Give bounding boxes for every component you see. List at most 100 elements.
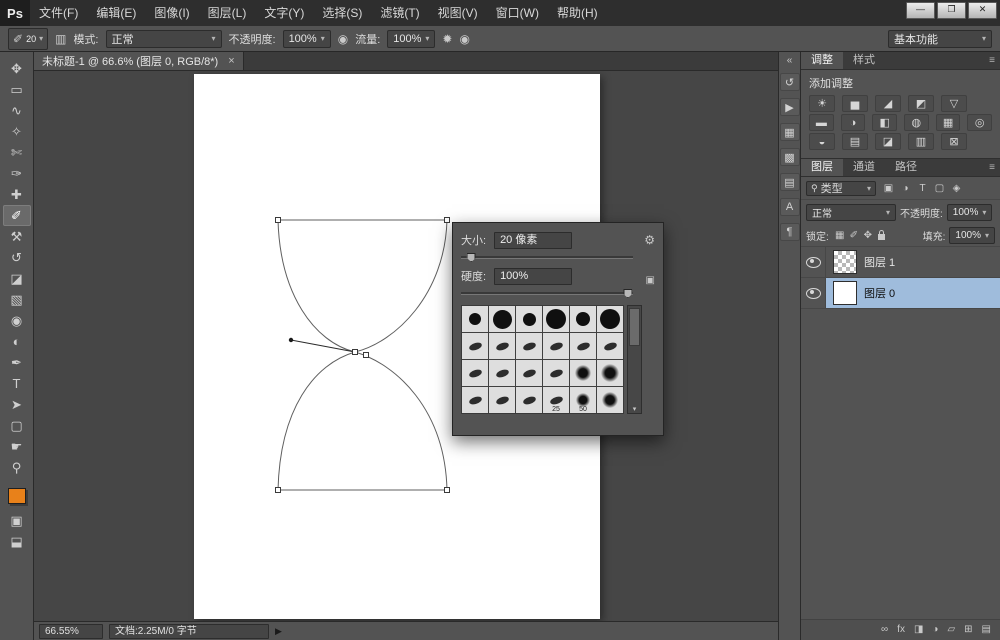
layer-effects-icon[interactable]: fx (897, 620, 905, 640)
navigator-panel-icon[interactable]: ▤ (780, 173, 800, 191)
shape-tool[interactable]: ▢ (3, 415, 31, 436)
brush-preset-17[interactable] (570, 360, 596, 386)
brush-preset-20[interactable] (489, 387, 515, 413)
menu-window[interactable]: 窗口(W) (487, 0, 548, 26)
quick-selection-tool[interactable]: ✧ (3, 121, 31, 142)
menu-image[interactable]: 图像(I) (145, 0, 198, 26)
new-layer-icon[interactable]: ⊞ (964, 620, 972, 640)
hand-tool[interactable]: ☛ (3, 436, 31, 457)
posterize-icon[interactable]: ▤ (842, 133, 868, 150)
brush-preset-18[interactable] (597, 360, 623, 386)
zoom-tool[interactable]: ⚲ (3, 457, 31, 478)
brush-preset-12[interactable] (597, 333, 623, 359)
eraser-tool[interactable]: ◪ (3, 268, 31, 289)
brush-preset-5[interactable] (570, 306, 596, 332)
minimize-button[interactable]: — (906, 2, 935, 19)
size-slider[interactable] (461, 251, 633, 263)
visibility-toggle[interactable] (801, 247, 826, 277)
filter-pixel-icon[interactable]: ▣ (880, 181, 897, 196)
curves-icon[interactable]: ◢ (875, 95, 901, 112)
layer-fill-select[interactable]: 100% ▾ (949, 227, 995, 244)
brush-preset-10[interactable] (543, 333, 569, 359)
flow-select[interactable]: 100% ▾ (387, 30, 435, 48)
threshold-icon[interactable]: ◪ (875, 133, 901, 150)
filter-type-icon[interactable]: T (914, 181, 931, 196)
lock-image-icon[interactable]: ✐ (847, 230, 861, 241)
brush-preset-11[interactable] (570, 333, 596, 359)
menu-select[interactable]: 选择(S) (313, 0, 371, 26)
layer-row[interactable]: 图层 1 (801, 247, 1000, 278)
layer-mask-icon[interactable]: ◨ (914, 620, 923, 640)
eyedropper-tool[interactable]: ✑ (3, 163, 31, 184)
brush-preset-6[interactable] (597, 306, 623, 332)
brush-tool[interactable]: ✐ (3, 205, 31, 226)
close-button[interactable]: ✕ (968, 2, 997, 19)
type-tool[interactable]: T (3, 373, 31, 394)
brush-preset-1[interactable] (462, 306, 488, 332)
brush-preset-3[interactable] (516, 306, 542, 332)
size-slider-thumb[interactable] (467, 253, 476, 262)
brush-preset-13[interactable] (462, 360, 488, 386)
brush-preset-14[interactable] (489, 360, 515, 386)
menu-type[interactable]: 文字(Y) (255, 0, 313, 26)
brush-preset-22[interactable]: 25 (543, 387, 569, 413)
lasso-tool[interactable]: ∿ (3, 100, 31, 121)
menu-view[interactable]: 视图(V) (429, 0, 487, 26)
marquee-tool[interactable]: ▭ (3, 79, 31, 100)
brush-preset-8[interactable] (489, 333, 515, 359)
screen-mode-button[interactable]: ⬓ (3, 531, 31, 552)
brush-preset-21[interactable] (516, 387, 542, 413)
scroll-down-icon[interactable]: ▾ (628, 405, 641, 413)
selective-color-icon[interactable]: ⊠ (941, 133, 967, 150)
brush-panel-toggle-icon[interactable]: ▥ (55, 32, 66, 46)
opacity-select[interactable]: 100% ▾ (283, 30, 331, 48)
menu-filter[interactable]: 滤镜(T) (371, 0, 428, 26)
tab-paths[interactable]: 路径 (885, 159, 927, 176)
quick-mask-button[interactable]: ▣ (3, 510, 31, 531)
invert-icon[interactable]: ◒ (809, 133, 835, 150)
actions-panel-icon[interactable]: ▶ (780, 98, 800, 116)
adjustment-layer-icon[interactable]: ◑ (932, 620, 938, 640)
close-tab-icon[interactable]: × (228, 55, 234, 67)
gradient-map-icon[interactable]: ▥ (908, 133, 934, 150)
hardness-slider[interactable] (461, 287, 633, 299)
zoom-level-field[interactable]: 66.55% (39, 624, 103, 639)
workspace-select[interactable]: 基本功能 ▾ (888, 30, 992, 48)
menu-layer[interactable]: 图层(L) (199, 0, 256, 26)
lock-all-icon[interactable] (875, 230, 889, 241)
histogram-panel-icon[interactable]: ▩ (780, 148, 800, 166)
photo-filter-icon[interactable]: ◍ (904, 114, 929, 131)
gear-icon[interactable]: ⚙ (644, 233, 655, 247)
document-tab[interactable]: 未标题-1 @ 66.6% (图层 0, RGB/8*) × (34, 52, 244, 70)
filter-smart-icon[interactable]: ◈ (948, 181, 965, 196)
size-slider-track[interactable] (461, 256, 633, 259)
layer-row[interactable]: 图层 0 (801, 278, 1000, 309)
character-panel-icon[interactable]: A (780, 198, 800, 216)
clone-stamp-tool[interactable]: ⚒ (3, 226, 31, 247)
handle-endpoint[interactable] (289, 338, 293, 342)
filter-shape-icon[interactable]: ▢ (931, 181, 948, 196)
visibility-toggle[interactable] (801, 278, 826, 308)
brush-preset-24[interactable] (597, 387, 623, 413)
link-layers-icon[interactable]: ∞ (881, 620, 888, 640)
panel-menu-icon[interactable]: ≡ (989, 159, 1000, 176)
restore-button[interactable]: ❐ (937, 2, 966, 19)
channel-mixer-icon[interactable]: ▦ (936, 114, 961, 131)
tab-adjustments[interactable]: 调整 (801, 52, 843, 69)
pressure-opacity-icon[interactable]: ◉ (338, 32, 348, 46)
layer-group-icon[interactable]: ▱ (947, 620, 955, 640)
menu-file[interactable]: 文件(F) (30, 0, 87, 26)
airbrush-icon[interactable]: ✹ (442, 32, 452, 46)
pressure-size-icon[interactable]: ◉ (459, 32, 469, 46)
brush-preset-16[interactable] (543, 360, 569, 386)
size-input[interactable]: 20 像素 (494, 232, 572, 249)
hardness-slider-track[interactable] (461, 292, 633, 295)
tool-preset-picker[interactable]: ✐ 20 ▾ (8, 28, 48, 50)
new-brush-preset-icon[interactable]: ▣ (646, 275, 655, 286)
lock-position-icon[interactable]: ✥ (861, 230, 875, 241)
color-lookup-icon[interactable]: ◎ (967, 114, 992, 131)
move-tool[interactable]: ✥ (3, 58, 31, 79)
history-brush-tool[interactable]: ↺ (3, 247, 31, 268)
brush-preset-9[interactable] (516, 333, 542, 359)
menu-edit[interactable]: 编辑(E) (87, 0, 145, 26)
